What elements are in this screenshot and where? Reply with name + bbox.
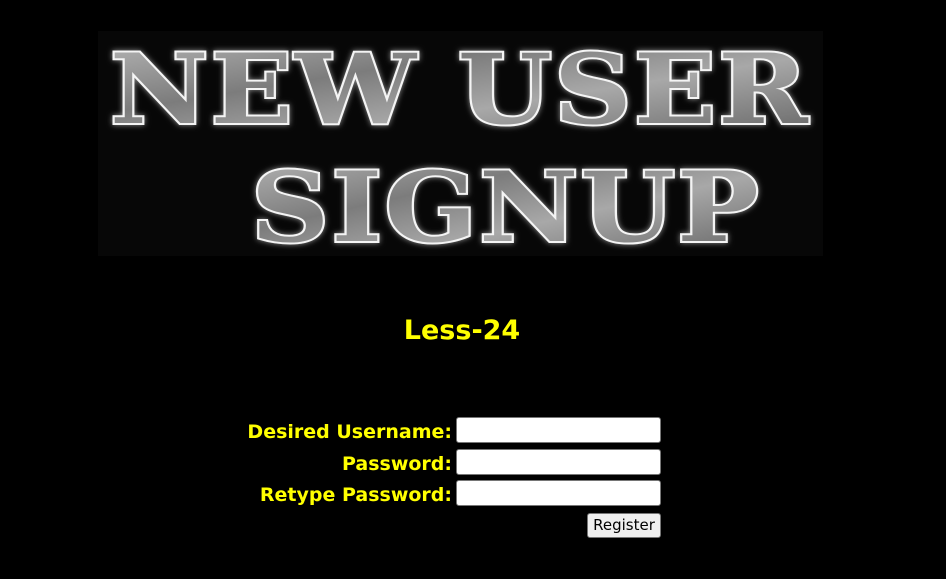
retype-password-row: Retype Password: bbox=[0, 480, 946, 506]
register-button[interactable]: Register bbox=[587, 513, 661, 538]
username-label: Desired Username: bbox=[247, 421, 452, 443]
password-label: Password: bbox=[341, 453, 452, 475]
banner-line-1: NEW USER bbox=[110, 33, 810, 146]
password-row: Password: bbox=[0, 449, 946, 475]
retype-password-label: Retype Password: bbox=[259, 484, 452, 506]
signup-page: NEW USER SIGNUP Less-24 Desired Username… bbox=[0, 0, 946, 579]
banner-graphic: NEW USER SIGNUP bbox=[108, 31, 810, 256]
username-row: Desired Username: bbox=[0, 417, 946, 443]
lesson-title: Less-24 bbox=[403, 315, 521, 346]
new-user-signup-banner-image: NEW USER SIGNUP bbox=[98, 31, 823, 256]
username-input[interactable] bbox=[456, 417, 661, 443]
banner-line-2: SIGNUP bbox=[251, 151, 761, 256]
password-input[interactable] bbox=[456, 449, 661, 475]
retype-password-input[interactable] bbox=[456, 480, 661, 506]
